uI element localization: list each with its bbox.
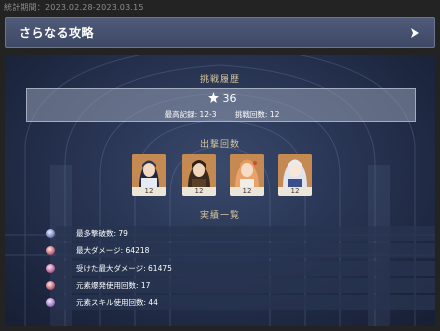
skill-icon bbox=[46, 298, 55, 307]
ayaka-portrait bbox=[278, 154, 312, 188]
star-count: 36 bbox=[222, 92, 237, 105]
achievement-label: 元素爆発使用回数: 17 bbox=[76, 281, 151, 290]
achievement-label: 元素スキル使用回数: 44 bbox=[76, 298, 158, 307]
achievement-row: 元素スキル使用回数: 44 bbox=[46, 295, 435, 310]
achievement-row: 受けた最大ダメージ: 61475 bbox=[46, 261, 435, 276]
achievement-label: 最多撃破数: 79 bbox=[76, 229, 128, 238]
burst-icon bbox=[46, 281, 55, 290]
achievements-heading: 実績一覧 bbox=[199, 211, 240, 221]
chevron-right-icon bbox=[411, 28, 419, 38]
battle-count-heading: 出撃回数 bbox=[199, 140, 240, 150]
achievement-label: 受けた最大ダメージ: 61475 bbox=[76, 264, 172, 273]
character-count: 12 bbox=[132, 187, 166, 196]
achievement-label: 最大ダメージ: 64218 bbox=[76, 246, 150, 255]
challenge-record-box: 36 最高記録: 12-3 挑戦回数: 12 bbox=[26, 88, 416, 122]
stat-period-text: 統計期間：2023.02.28-2023.03.15 bbox=[4, 3, 144, 12]
record-details: 最高記録: 12-3 挑戦回数: 12 bbox=[27, 109, 417, 120]
further-strategy-button[interactable]: さらなる攻略 bbox=[5, 17, 435, 48]
achievement-row: 元素爆発使用回数: 17 bbox=[46, 278, 435, 293]
character-count: 12 bbox=[230, 187, 264, 196]
defeat-icon bbox=[46, 229, 55, 238]
yoimiya-portrait bbox=[230, 154, 264, 188]
achievement-row: 最多撃破数: 79 bbox=[46, 226, 435, 241]
character-count: 12 bbox=[182, 187, 216, 196]
character-card-ayaka: 12 bbox=[278, 154, 312, 196]
spiral-abyss-panel: 挑戦履歴 36 最高記録: 12-3 挑戦回数: 12 出撃回数 12 12 1… bbox=[5, 55, 435, 326]
yelan-portrait bbox=[132, 154, 166, 188]
star-count-row: 36 bbox=[27, 92, 417, 105]
achievement-row: 最大ダメージ: 64218 bbox=[46, 243, 435, 258]
header-title: さらなる攻略 bbox=[19, 26, 95, 40]
character-card-yelan: 12 bbox=[132, 154, 166, 196]
attempt-count: 挑戦回数: 12 bbox=[234, 110, 280, 119]
damage-taken-icon bbox=[46, 264, 55, 273]
abyss-star-icon bbox=[207, 92, 219, 103]
damage-icon bbox=[46, 246, 55, 255]
character-card-zhongli: 12 bbox=[182, 154, 216, 196]
challenge-history-heading: 挑戦履歴 bbox=[199, 75, 240, 85]
zhongli-portrait bbox=[182, 154, 216, 188]
character-count: 12 bbox=[278, 187, 312, 196]
best-record: 最高記録: 12-3 bbox=[164, 110, 217, 119]
character-card-yoimiya: 12 bbox=[230, 154, 264, 196]
